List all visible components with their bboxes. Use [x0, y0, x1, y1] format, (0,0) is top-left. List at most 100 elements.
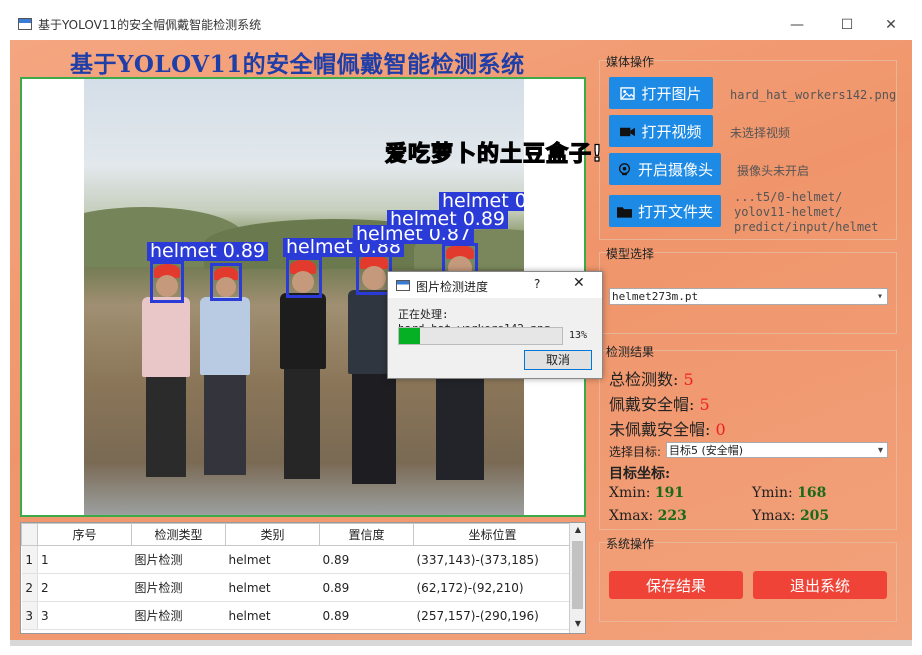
- cell-confidence: 0.89: [319, 573, 414, 602]
- column-header-type[interactable]: 检测类型: [131, 523, 226, 546]
- column-header-id[interactable]: 序号: [37, 523, 132, 546]
- row-number: 3: [21, 601, 38, 630]
- total-count-label: 总检测数:: [609, 370, 679, 389]
- detection-box: [286, 257, 322, 298]
- ymin-label: Ymin:: [752, 485, 793, 501]
- column-header-confidence[interactable]: 置信度: [319, 523, 414, 546]
- model-select-value: helmet273m.pt: [612, 290, 699, 303]
- cell-class: helmet: [225, 545, 320, 574]
- cell-confidence: 0.89: [319, 601, 414, 630]
- with-helmet-label: 佩戴安全帽:: [609, 395, 695, 414]
- scroll-up-icon[interactable]: ▲: [570, 525, 585, 534]
- worker-body: [200, 297, 250, 375]
- worker-legs: [352, 374, 396, 484]
- close-button[interactable]: ✕: [876, 14, 906, 36]
- progress-percent: 13%: [569, 330, 588, 341]
- dialog-app-icon: [396, 280, 410, 291]
- folder-path-line: ...t5/0-helmet/: [734, 190, 843, 204]
- model-group: 模型选择 helmet273m.pt ▾: [599, 247, 897, 334]
- system-group: 系统操作 保存结果 退出系统: [599, 537, 897, 622]
- ymax-label: Ymax:: [752, 508, 796, 524]
- with-helmet-value: 5: [699, 395, 710, 414]
- window-title: 基于YOLOV11的安全帽佩戴智能检测系统: [38, 17, 262, 32]
- camera-status: 摄像头未开启: [737, 164, 810, 178]
- system-group-title: 系统操作: [606, 537, 655, 551]
- model-group-title: 模型选择: [606, 247, 655, 261]
- open-video-button[interactable]: 打开视频: [609, 115, 713, 147]
- media-group: 媒体操作 打开图片 hard_hat_workers142.png 打开视频 未…: [599, 55, 897, 240]
- open-camera-button[interactable]: 开启摄像头: [609, 153, 721, 185]
- with-helmet-row: 佩戴安全帽: 5: [609, 391, 710, 415]
- corner-header: [21, 523, 38, 546]
- minimize-button[interactable]: —: [782, 14, 812, 36]
- maximize-button[interactable]: ☐: [832, 14, 862, 36]
- detection-box: [210, 263, 242, 301]
- cell-coords: (337,143)-(373,185): [413, 545, 572, 574]
- total-count-value: 5: [683, 370, 694, 389]
- media-group-title: 媒体操作: [606, 55, 655, 69]
- video-status: 未选择视频: [730, 126, 791, 140]
- folder-icon: [616, 206, 632, 218]
- progress-dialog: 图片检测进度 ? ✕ 正在处理: hard_hat_workers142.png…: [387, 271, 603, 379]
- open-folder-label: 打开文件夹: [637, 202, 713, 221]
- column-header-class[interactable]: 类别: [225, 523, 320, 546]
- dialog-close-button[interactable]: ✕: [573, 275, 585, 291]
- xmax-row: Xmax: 223: [609, 508, 687, 524]
- progress-bar-fill: [399, 328, 421, 344]
- table-row[interactable]: 2 2 图片检测 helmet 0.89 (62,172)-(92,210): [21, 573, 572, 602]
- target-select-label: 选择目标:: [609, 445, 662, 459]
- app-icon: [18, 18, 32, 30]
- cell-id: 3: [37, 601, 132, 630]
- model-select[interactable]: helmet273m.pt ▾: [609, 288, 888, 305]
- cell-type: 图片检测: [131, 573, 226, 602]
- xmin-label: Xmin:: [609, 485, 651, 501]
- image-icon: [620, 86, 636, 100]
- column-header-coords[interactable]: 坐标位置: [413, 523, 572, 546]
- open-image-label: 打开图片: [641, 84, 702, 103]
- total-count-row: 总检测数: 5: [609, 366, 694, 390]
- results-group: 检测结果 总检测数: 5 佩戴安全帽: 5 未佩戴安全帽: 0 选择目标: 目标…: [599, 345, 897, 530]
- ymin-value: 168: [797, 485, 827, 501]
- worker-legs: [436, 370, 484, 480]
- table-row[interactable]: 3 3 图片检测 helmet 0.89 (257,157)-(290,196): [21, 601, 572, 630]
- without-helmet-label: 未佩戴安全帽:: [609, 420, 711, 439]
- detection-label: helmet 0.89: [439, 192, 524, 211]
- detection-label: helmet 0.89: [147, 242, 269, 261]
- exit-system-button[interactable]: 退出系统: [753, 571, 887, 599]
- cell-confidence: 0.89: [319, 545, 414, 574]
- ymax-value: 205: [799, 508, 830, 524]
- target-select-value: 目标5 (安全帽): [669, 444, 744, 457]
- target-select[interactable]: 目标5 (安全帽) ▾: [666, 442, 888, 458]
- xmax-label: Xmax:: [609, 508, 654, 524]
- open-video-label: 打开视频: [641, 122, 702, 141]
- image-filename: hard_hat_workers142.png: [730, 88, 897, 102]
- ymin-row: Ymin: 168: [752, 485, 826, 501]
- folder-path-line: yolov11-helmet/: [734, 205, 843, 219]
- scrollbar-thumb[interactable]: [572, 541, 583, 609]
- results-table[interactable]: 序号 检测类型 类别 置信度 坐标位置 1 1 图片检测 helmet 0.89…: [20, 522, 586, 634]
- table-row[interactable]: 1 1 图片检测 helmet 0.89 (337,143)-(373,185): [21, 545, 572, 574]
- webcam-icon: [618, 162, 631, 175]
- scroll-down-icon[interactable]: ▼: [570, 619, 585, 628]
- cell-type: 图片检测: [131, 601, 226, 630]
- xmin-value: 191: [654, 485, 685, 501]
- open-image-button[interactable]: 打开图片: [609, 77, 713, 109]
- window-bottom-edge: [10, 640, 912, 646]
- xmin-row: Xmin: 191: [609, 485, 684, 501]
- detection-label: helmet 0.89: [387, 210, 509, 229]
- help-button[interactable]: ?: [534, 277, 540, 291]
- window-titlebar: 基于YOLOV11的安全帽佩戴智能检测系统 — ☐ ✕: [10, 8, 912, 40]
- cancel-button[interactable]: 取消: [524, 350, 592, 370]
- open-folder-button[interactable]: 打开文件夹: [609, 195, 721, 227]
- folder-path-line: predict/input/helmet: [734, 220, 879, 234]
- worker-legs: [284, 369, 320, 479]
- save-results-button[interactable]: 保存结果: [609, 571, 743, 599]
- results-group-title: 检测结果: [606, 345, 655, 359]
- table-header-row: 序号 检测类型 类别 置信度 坐标位置: [21, 523, 572, 546]
- cell-id: 2: [37, 573, 132, 602]
- cell-class: helmet: [225, 601, 320, 630]
- cell-class: helmet: [225, 573, 320, 602]
- table-scrollbar[interactable]: ▲ ▼: [569, 523, 585, 633]
- cell-id: 1: [37, 545, 132, 574]
- watermark-text: 爱吃萝卜的土豆盒子!: [384, 141, 604, 167]
